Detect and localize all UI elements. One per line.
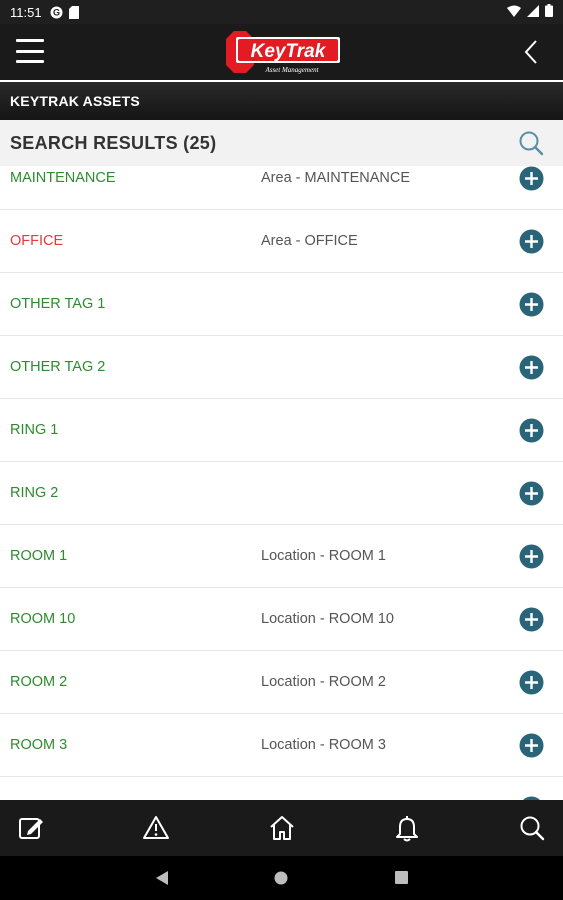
status-bar: 11:51 G	[0, 0, 563, 24]
bell-icon[interactable]	[393, 814, 421, 842]
status-time: 11:51	[10, 4, 42, 20]
section-title: KEYTRAK ASSETS	[10, 93, 140, 109]
asset-name[interactable]: OTHER TAG 2	[10, 336, 105, 399]
asset-name[interactable]: OFFICE	[10, 210, 63, 273]
add-circle-icon[interactable]	[519, 229, 544, 254]
add-circle-icon[interactable]	[519, 292, 544, 317]
keytrak-logo: KeyTrak Asset Management	[224, 29, 342, 75]
add-circle-icon[interactable]	[519, 670, 544, 695]
app-bar: KeyTrak Asset Management	[0, 24, 563, 80]
asset-description: Location - ROOM 1	[261, 548, 386, 564]
asset-name[interactable]: OTHER TAG 1	[10, 273, 105, 336]
list-item[interactable]: OTHER TAG 1	[0, 273, 563, 336]
sd-card-icon	[68, 5, 79, 19]
list-item[interactable]	[0, 777, 563, 800]
asset-name[interactable]: RING 2	[10, 462, 58, 525]
edit-icon[interactable]	[17, 814, 45, 842]
search-icon[interactable]	[518, 814, 546, 842]
list-item[interactable]: ROOM 10 Location - ROOM 10	[0, 588, 563, 651]
asset-name[interactable]: RING 1	[10, 399, 58, 462]
list-item[interactable]: MAINTENANCE Area - MAINTENANCE	[0, 166, 563, 210]
wifi-icon	[507, 5, 521, 20]
list-item[interactable]: RING 2	[0, 462, 563, 525]
notification-g-icon: G	[50, 6, 63, 19]
asset-description: Location - ROOM 10	[261, 611, 394, 627]
bottom-nav	[0, 800, 563, 856]
asset-description: Location - ROOM 2	[261, 674, 386, 690]
add-circle-icon[interactable]	[519, 418, 544, 443]
logo-tagline: Asset Management	[264, 66, 319, 74]
search-results-title: SEARCH RESULTS (25)	[10, 132, 217, 153]
back-triangle-icon[interactable]	[155, 870, 169, 891]
asset-name[interactable]: ROOM 3	[10, 714, 67, 777]
search-icon[interactable]	[517, 129, 545, 157]
add-circle-icon[interactable]	[519, 355, 544, 380]
add-circle-icon[interactable]	[519, 166, 544, 191]
add-circle-icon[interactable]	[519, 733, 544, 758]
logo-text: KeyTrak	[251, 41, 327, 62]
asset-description: Area - OFFICE	[261, 233, 358, 249]
add-circle-icon[interactable]	[519, 544, 544, 569]
cellular-icon	[527, 4, 539, 20]
asset-name[interactable]: MAINTENANCE	[10, 166, 116, 210]
chevron-left-icon[interactable]	[520, 38, 544, 66]
hamburger-menu-icon[interactable]	[16, 37, 44, 65]
list-item[interactable]: ROOM 2 Location - ROOM 2	[0, 651, 563, 714]
battery-icon	[545, 4, 553, 20]
list-item[interactable]: OFFICE Area - OFFICE	[0, 210, 563, 273]
section-title-bar: KEYTRAK ASSETS	[0, 80, 563, 120]
add-circle-icon[interactable]	[519, 481, 544, 506]
list-item[interactable]: RING 1	[0, 399, 563, 462]
results-list: MAINTENANCE Area - MAINTENANCE OFFICE Ar…	[0, 166, 563, 800]
list-item[interactable]: ROOM 3 Location - ROOM 3	[0, 714, 563, 777]
asset-name[interactable]: ROOM 10	[10, 588, 75, 651]
asset-description: Location - ROOM 3	[261, 737, 386, 753]
add-circle-icon[interactable]	[519, 607, 544, 632]
list-item[interactable]: ROOM 1 Location - ROOM 1	[0, 525, 563, 588]
search-results-header: SEARCH RESULTS (25)	[0, 120, 563, 166]
asset-description: Area - MAINTENANCE	[261, 170, 411, 186]
system-nav-bar	[0, 856, 563, 900]
home-circle-icon[interactable]	[274, 871, 288, 890]
recents-square-icon[interactable]	[395, 871, 408, 889]
warning-icon[interactable]	[142, 814, 170, 842]
home-icon[interactable]	[268, 814, 296, 842]
asset-name[interactable]: ROOM 1	[10, 525, 67, 588]
svg-text:G: G	[53, 7, 60, 17]
list-item[interactable]: OTHER TAG 2	[0, 336, 563, 399]
asset-name[interactable]: ROOM 2	[10, 651, 67, 714]
